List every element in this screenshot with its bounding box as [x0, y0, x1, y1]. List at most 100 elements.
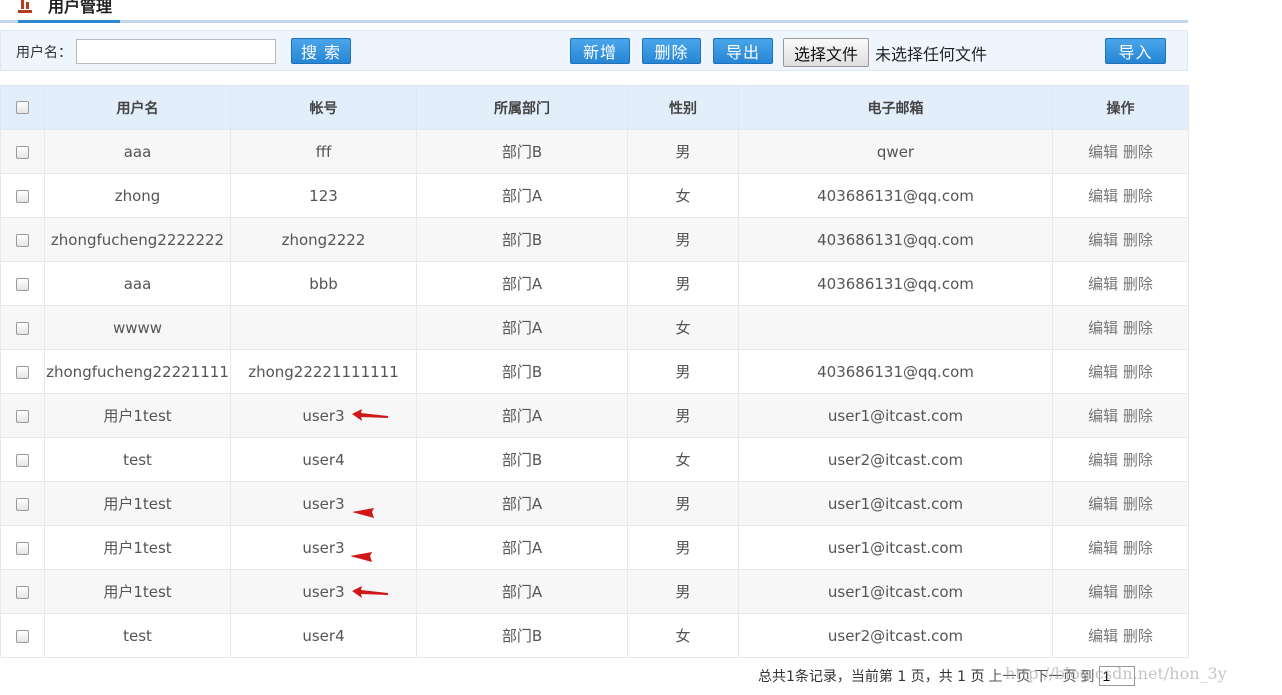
row-checkbox[interactable]: [16, 189, 29, 203]
row-select-cell: [0, 305, 45, 350]
cell-account: bbb: [230, 261, 417, 306]
cell-username: 用户1test: [44, 569, 231, 614]
row-select-cell: [0, 437, 45, 482]
page-title-tab: 用户管理: [18, 0, 121, 23]
column-header-actions: 操作: [1052, 85, 1189, 130]
row-checkbox[interactable]: [16, 365, 29, 379]
cell-department: 部门A: [416, 569, 628, 614]
delete-link[interactable]: 删除: [1123, 363, 1153, 381]
edit-link[interactable]: 编辑: [1088, 627, 1118, 645]
cell-username: 用户1test: [44, 393, 231, 438]
delete-link[interactable]: 删除: [1123, 627, 1153, 645]
delete-link[interactable]: 删除: [1123, 319, 1153, 337]
delete-link[interactable]: 删除: [1123, 451, 1153, 469]
edit-link[interactable]: 编辑: [1088, 583, 1118, 601]
edit-link[interactable]: 编辑: [1088, 363, 1118, 381]
add-button[interactable]: 新增: [570, 38, 630, 64]
delete-selected-button[interactable]: 删除: [642, 38, 701, 64]
select-all-checkbox[interactable]: [16, 101, 29, 114]
edit-link[interactable]: 编辑: [1088, 143, 1118, 161]
delete-link[interactable]: 删除: [1123, 275, 1153, 293]
cell-gender: 女: [627, 437, 739, 482]
cell-department: 部门B: [416, 613, 628, 658]
choose-file-button[interactable]: 选择文件: [783, 38, 869, 67]
row-checkbox[interactable]: [16, 321, 29, 335]
cell-actions: 编辑 删除: [1052, 261, 1189, 306]
cell-gender: 男: [627, 129, 739, 174]
row-checkbox[interactable]: [16, 541, 29, 555]
delete-link[interactable]: 删除: [1123, 231, 1153, 249]
cell-username: test: [44, 613, 231, 658]
pagination-summary: 总共1条记录，当前第 1 页，共 1 页: [758, 669, 985, 685]
row-checkbox[interactable]: [16, 145, 29, 159]
username-label: 用户名：: [16, 45, 72, 61]
column-header-email[interactable]: 电子邮箱: [738, 85, 1053, 130]
cell-department: 部门A: [416, 525, 628, 570]
cell-department: 部门A: [416, 261, 628, 306]
cell-gender: 男: [627, 261, 739, 306]
cell-username: wwww: [44, 305, 231, 350]
row-select-cell: [0, 613, 45, 658]
cell-email: user1@itcast.com: [738, 569, 1053, 614]
cell-department: 部门A: [416, 481, 628, 526]
delete-link[interactable]: 删除: [1123, 539, 1153, 557]
import-button[interactable]: 导入: [1105, 38, 1166, 64]
cell-account: zhong22221111111: [230, 349, 417, 394]
cell-actions: 编辑 删除: [1052, 349, 1189, 394]
delete-link[interactable]: 删除: [1123, 143, 1153, 161]
column-header-username[interactable]: 用户名: [44, 85, 231, 130]
column-header-gender[interactable]: 性别: [627, 85, 739, 130]
column-header-department[interactable]: 所属部门: [416, 85, 628, 130]
delete-link[interactable]: 删除: [1123, 495, 1153, 513]
goto-label: 到: [1080, 669, 1095, 685]
edit-link[interactable]: 编辑: [1088, 231, 1118, 249]
cell-email: user2@itcast.com: [738, 613, 1053, 658]
username-search-input[interactable]: [76, 39, 276, 64]
table-header-row: 用户名 帐号 所属部门 性别 电子邮箱 操作: [0, 85, 1189, 130]
cell-account: user3: [230, 393, 417, 438]
row-checkbox[interactable]: [16, 453, 29, 467]
edit-link[interactable]: 编辑: [1088, 187, 1118, 205]
cell-account: user4: [230, 437, 417, 482]
edit-link[interactable]: 编辑: [1088, 275, 1118, 293]
row-checkbox[interactable]: [16, 277, 29, 291]
prev-page-link[interactable]: 上一页: [989, 666, 1031, 686]
table-row: aaa bbb 部门A 男 403686131@qq.com 编辑 删除: [0, 261, 1189, 306]
delete-link[interactable]: 删除: [1123, 407, 1153, 425]
cell-gender: 男: [627, 349, 739, 394]
delete-link[interactable]: 删除: [1123, 583, 1153, 601]
edit-link[interactable]: 编辑: [1088, 451, 1118, 469]
cell-actions: 编辑 删除: [1052, 217, 1189, 262]
cell-actions: 编辑 删除: [1052, 437, 1189, 482]
search-button[interactable]: 搜 索: [291, 38, 351, 64]
edit-link[interactable]: 编辑: [1088, 319, 1118, 337]
edit-link[interactable]: 编辑: [1088, 495, 1118, 513]
row-checkbox[interactable]: [16, 585, 29, 599]
cell-department: 部门B: [416, 217, 628, 262]
table-row: zhongfucheng22221111 zhong22221111111 部门B 男…: [0, 349, 1189, 394]
row-checkbox[interactable]: [16, 233, 29, 247]
delete-link[interactable]: 删除: [1123, 187, 1153, 205]
edit-link[interactable]: 编辑: [1088, 539, 1118, 557]
row-checkbox[interactable]: [16, 497, 29, 511]
next-page-link[interactable]: 下一页: [1035, 666, 1077, 686]
row-checkbox[interactable]: [16, 409, 29, 423]
page-number-input[interactable]: [1098, 666, 1135, 686]
cell-gender: 男: [627, 481, 739, 526]
row-checkbox[interactable]: [16, 629, 29, 643]
cell-username: zhongfucheng22221111: [44, 349, 231, 394]
cell-account: user4: [230, 613, 417, 658]
cell-account: 123: [230, 173, 417, 218]
cell-department: 部门B: [416, 129, 628, 174]
table-body: aaa fff 部门B 男 qwer 编辑 删除 zhong 123 部门A 女 403686131…: [0, 129, 1189, 658]
file-status-text: 未选择任何文件: [875, 45, 988, 64]
cell-email: user1@itcast.com: [738, 393, 1053, 438]
column-header-account[interactable]: 帐号: [230, 85, 417, 130]
user-table: 用户名 帐号 所属部门 性别 电子邮箱 操作 aaa fff 部门B 男 qwer 编辑 …: [0, 85, 1189, 658]
edit-link[interactable]: 编辑: [1088, 407, 1118, 425]
export-button[interactable]: 导出: [713, 38, 773, 64]
cell-email: user1@itcast.com: [738, 525, 1053, 570]
cell-email: 403686131@qq.com: [738, 261, 1053, 306]
cell-department: 部门B: [416, 349, 628, 394]
select-all-cell: [0, 85, 45, 130]
